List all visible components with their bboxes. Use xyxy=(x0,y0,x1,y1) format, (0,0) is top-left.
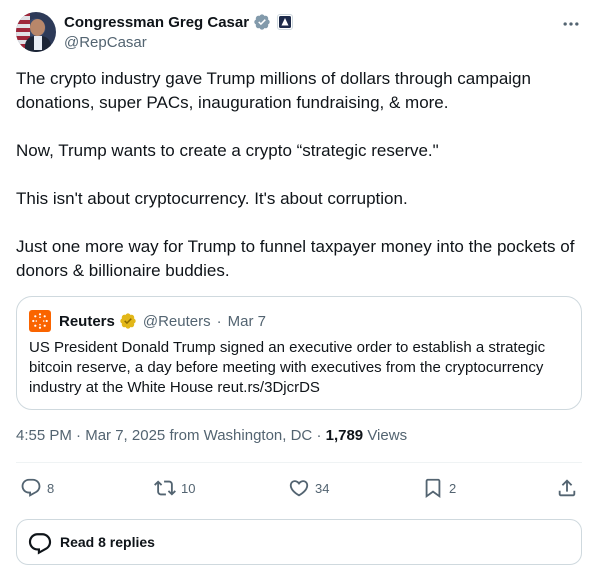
meta-separator-2: · xyxy=(316,427,322,444)
reply-icon xyxy=(20,477,42,499)
quoted-tweet-text: US President Donald Trump signed an exec… xyxy=(29,339,546,396)
bookmark-icon xyxy=(422,477,444,499)
gold-verified-badge-icon[interactable] xyxy=(119,312,137,330)
tweet: Congressman Greg Casar @RepCasar The cry… xyxy=(0,0,598,573)
meta-separator: · xyxy=(76,427,82,444)
views-count: 1,789 xyxy=(325,427,364,444)
heart-icon xyxy=(288,477,310,499)
avatar[interactable] xyxy=(16,12,56,52)
author-display-name[interactable]: Congressman Greg Casar xyxy=(64,14,249,31)
reply-button[interactable]: 8 xyxy=(20,474,54,502)
reuters-logo-icon[interactable] xyxy=(29,310,51,332)
gray-verified-badge-icon[interactable] xyxy=(253,13,271,31)
like-button[interactable]: 34 xyxy=(288,474,329,502)
repost-count: 10 xyxy=(181,480,196,496)
reply-count: 8 xyxy=(47,480,55,496)
speech-bubble-icon xyxy=(27,531,53,562)
quoted-author-handle[interactable]: @Reuters xyxy=(143,313,211,330)
views-label: Views xyxy=(367,427,408,444)
tweet-header: Congressman Greg Casar @RepCasar xyxy=(16,12,582,54)
tweet-meta: 4:55 PM · Mar 7, 2025 from Washington, D… xyxy=(16,427,407,444)
bookmark-button[interactable]: 2 xyxy=(422,474,456,502)
divider xyxy=(16,462,582,463)
action-bar: 8 10 34 2 xyxy=(16,474,582,502)
share-icon xyxy=(556,477,578,499)
repost-button[interactable]: 10 xyxy=(154,474,195,502)
bookmark-count: 2 xyxy=(449,480,457,496)
tweet-date[interactable]: Mar 7, 2025 xyxy=(85,427,165,444)
repost-icon xyxy=(154,477,176,499)
quoted-tweet-header: Reuters @Reuters · Mar 7 xyxy=(29,310,266,332)
read-replies-button[interactable]: Read 8 replies xyxy=(16,519,582,565)
share-button[interactable] xyxy=(556,474,578,502)
like-count: 34 xyxy=(315,480,330,496)
tweet-time[interactable]: 4:55 PM xyxy=(16,427,72,444)
tweet-text: The crypto industry gave Trump millions … xyxy=(16,69,575,280)
author-names: Congressman Greg Casar @RepCasar xyxy=(64,12,294,51)
author-handle[interactable]: @RepCasar xyxy=(64,34,293,51)
quoted-separator: · xyxy=(216,312,222,330)
quoted-date[interactable]: Mar 7 xyxy=(228,313,266,330)
tweet-location: from Washington, DC xyxy=(169,427,313,444)
quoted-author-name[interactable]: Reuters xyxy=(59,313,115,330)
more-horizontal-icon[interactable] xyxy=(560,14,582,34)
house-badge-icon[interactable] xyxy=(277,14,294,30)
read-replies-label: Read 8 replies xyxy=(60,534,155,550)
quoted-tweet[interactable]: Reuters @Reuters · Mar 7 US President Do… xyxy=(16,296,582,410)
